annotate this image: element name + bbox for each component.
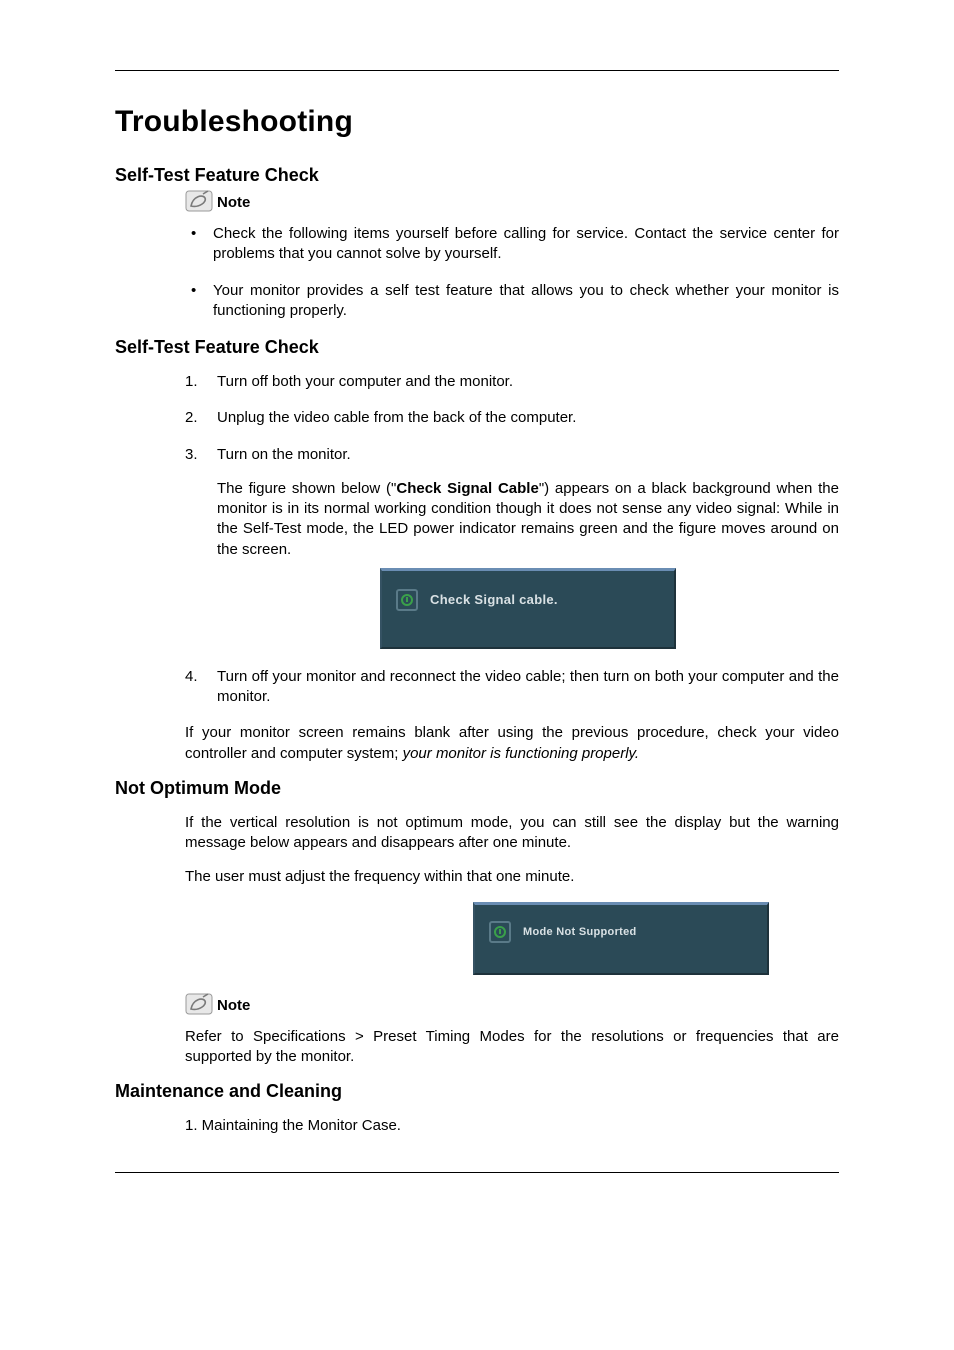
steps-list: 1. Turn off both your computer and the m… (185, 372, 839, 707)
nom-paragraph-1: If the vertical resolution is not optimu… (185, 813, 839, 854)
osd-box: Check Signal cable. (380, 568, 676, 649)
heading-stfc-2: Self-Test Feature Check (115, 337, 839, 358)
osd-figure-mode-not-supported: Mode Not Supported (115, 902, 769, 975)
step-item: 2. Unplug the video cable from the back … (185, 408, 839, 428)
text-bold: Check Signal Cable (396, 480, 538, 497)
bottom-rule (115, 1172, 839, 1173)
step-subtext: The figure shown below ("Check Signal Ca… (217, 479, 839, 560)
info-icon (396, 589, 418, 611)
osd-figure-check-signal: Check Signal cable. (217, 568, 839, 649)
step-item: 1. Turn off both your computer and the m… (185, 372, 839, 392)
note-line-1: Note (185, 190, 839, 212)
step-text: Turn on the monitor. (217, 446, 351, 463)
osd-text: Mode Not Supported (523, 926, 637, 938)
text-italic: your monitor is functioning properly. (403, 745, 640, 762)
note-label: Note (217, 194, 250, 212)
top-rule (115, 70, 839, 71)
step-item: 4. Turn off your monitor and reconnect t… (185, 667, 839, 708)
note-icon (185, 190, 213, 212)
step-number: 4. (185, 667, 209, 687)
nom-paragraph-2: The user must adjust the frequency withi… (185, 867, 839, 887)
step-number: 1. (185, 372, 209, 392)
osd-text: Check Signal cable. (430, 591, 558, 609)
heading-stfc-1: Self-Test Feature Check (115, 165, 839, 186)
note-label: Note (217, 997, 250, 1015)
bullet-item: Your monitor provides a self test featur… (185, 281, 839, 322)
note-line-2: Note (185, 993, 839, 1015)
text-run: The figure shown below (" (217, 480, 396, 497)
page-title: Troubleshooting (115, 105, 839, 139)
note-icon (185, 993, 213, 1015)
step-number: 3. (185, 445, 209, 465)
nom-note-body: Refer to Specifications > Preset Timing … (185, 1027, 839, 1068)
step-text: Unplug the video cable from the back of … (217, 409, 576, 426)
step-text: Turn off both your computer and the moni… (217, 373, 513, 390)
maintenance-item-1: 1. Maintaining the Monitor Case. (185, 1116, 839, 1136)
step-text: Turn off your monitor and reconnect the … (217, 668, 839, 705)
heading-maintenance: Maintenance and Cleaning (115, 1081, 839, 1102)
bullet-item: Check the following items yourself befor… (185, 224, 839, 265)
osd-box: Mode Not Supported (473, 902, 769, 975)
step-number: 2. (185, 408, 209, 428)
step-item: 3. Turn on the monitor. The figure shown… (185, 445, 839, 649)
info-icon (489, 921, 511, 943)
heading-not-optimum: Not Optimum Mode (115, 778, 839, 799)
note-bullets: Check the following items yourself befor… (185, 224, 839, 321)
after-steps-paragraph: If your monitor screen remains blank aft… (185, 723, 839, 764)
